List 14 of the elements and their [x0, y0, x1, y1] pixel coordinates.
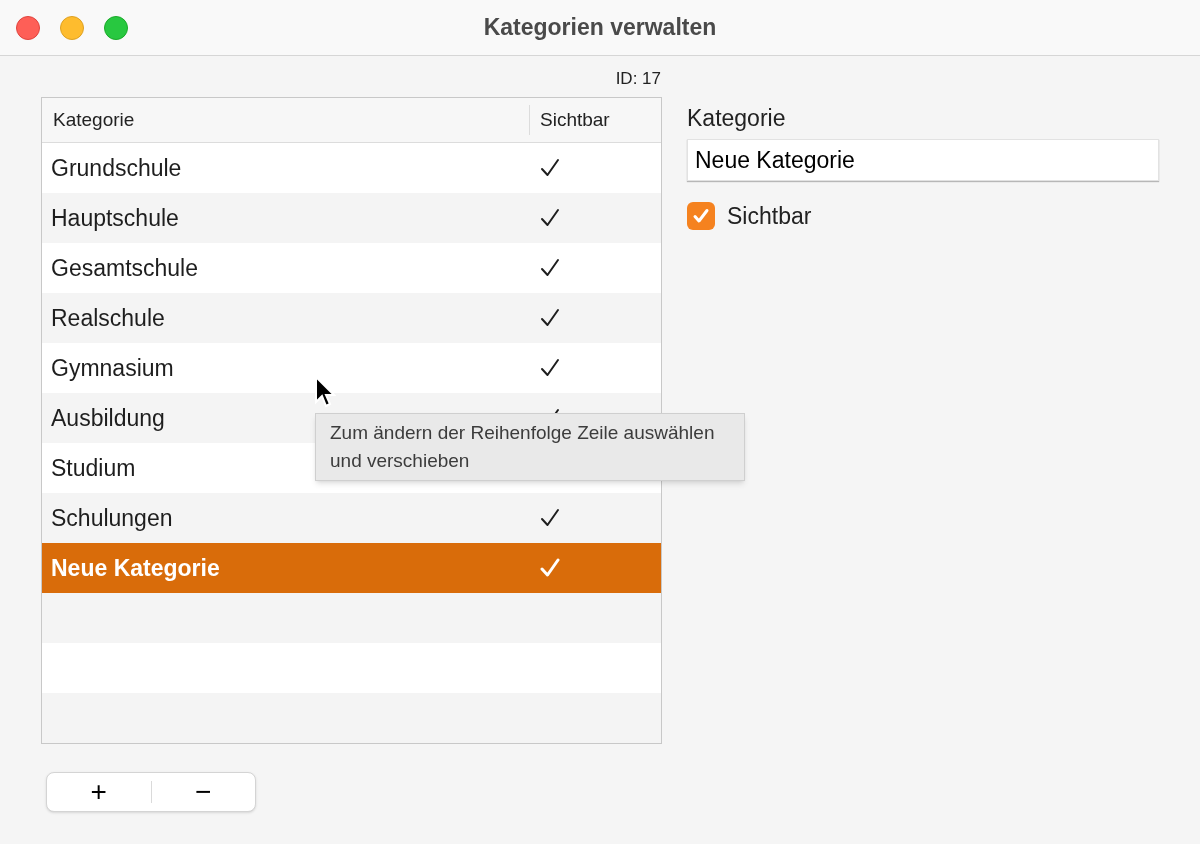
table-cell-text: Realschule [51, 303, 165, 333]
table-cell-text: Hauptschule [51, 203, 179, 233]
id-label: ID: 17 [615, 68, 661, 90]
table-cell-text: Grundschule [51, 153, 182, 183]
window-title: Kategorien verwalten [483, 14, 717, 41]
field-label: Kategorie [687, 104, 787, 132]
table-cell-text: Studium [51, 453, 136, 483]
table-cell-text: Ausbildung [51, 403, 165, 433]
table-cell-text: Gymnasium [51, 353, 174, 383]
tooltip: Zum ändern der Reihenfolge Zeile auswählen und verschieben [315, 413, 745, 481]
table-cell-text: Neue Kategorie [51, 553, 220, 583]
table-cell-text: Gesamtschule [51, 253, 198, 283]
table-cell-text: Schulungen [51, 503, 173, 533]
checkbox-label: Sichtbar [727, 202, 812, 231]
